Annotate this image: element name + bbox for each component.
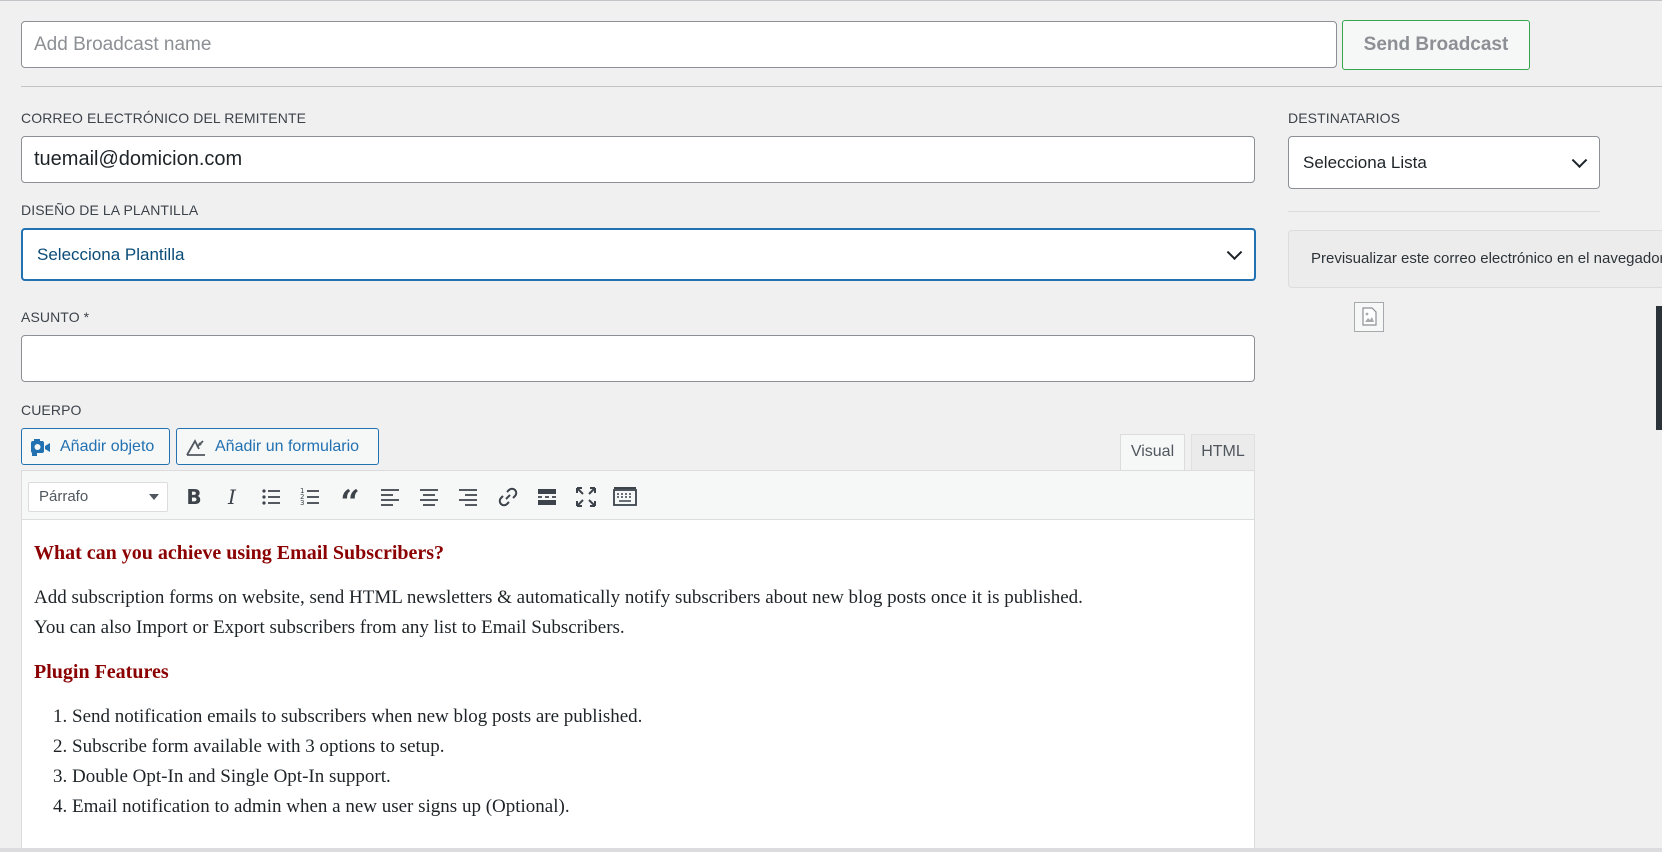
add-form-label: Añadir un formulario — [215, 438, 360, 455]
recipients-label: DESTINATARIOS — [1288, 110, 1401, 126]
bullet-list-icon[interactable] — [260, 485, 284, 509]
content-paragraph: Add subscription forms on website, send … — [34, 583, 1242, 643]
tab-html[interactable]: HTML — [1191, 434, 1255, 470]
list-item: Subscribe form available with 3 options … — [72, 732, 1242, 762]
fullscreen-icon[interactable] — [574, 485, 598, 509]
caret-down-icon — [149, 494, 159, 500]
chevron-down-icon — [1571, 151, 1588, 168]
template-select[interactable]: Selecciona Plantilla — [21, 228, 1256, 281]
add-form-button[interactable]: Añadir un formulario — [176, 428, 379, 465]
list-item: Email notification to admin when a new u… — [72, 792, 1242, 822]
body-label: CUERPO — [21, 402, 82, 418]
add-media-icon — [31, 438, 50, 456]
chevron-down-icon — [1226, 243, 1243, 260]
numbered-list-icon[interactable]: 1 2 3 — [299, 485, 323, 509]
list-item: Send notification emails to subscribers … — [72, 702, 1242, 732]
header-divider — [21, 86, 1662, 87]
align-left-icon[interactable] — [378, 485, 402, 509]
svg-text:3: 3 — [300, 499, 304, 507]
paragraph-line: You can also Import or Export subscriber… — [34, 617, 625, 638]
link-icon[interactable] — [496, 485, 520, 509]
recipients-select[interactable]: Selecciona Lista — [1288, 136, 1600, 189]
content-heading: What can you achieve using Email Subscri… — [34, 542, 445, 564]
bold-icon[interactable]: B — [182, 485, 206, 509]
tab-visual[interactable]: Visual — [1120, 434, 1185, 470]
blockquote-icon[interactable]: “ — [338, 485, 362, 521]
list-item: Double Opt-In and Single Opt-In support. — [72, 762, 1242, 792]
sender-email-field[interactable]: tuemail@domicion.com — [21, 136, 1255, 183]
align-right-icon[interactable] — [456, 485, 480, 509]
editor-content[interactable]: What can you achieve using Email Subscri… — [21, 520, 1255, 852]
features-list: Send notification emails to subscribers … — [34, 702, 1242, 822]
read-more-icon[interactable] — [535, 485, 559, 509]
scroll-handle[interactable] — [1656, 306, 1662, 430]
send-broadcast-button[interactable]: Send Broadcast — [1342, 20, 1530, 70]
align-center-icon[interactable] — [417, 485, 441, 509]
template-label: DISEÑO DE LA PLANTILLA — [21, 202, 199, 218]
broadcast-name-input[interactable]: Add Broadcast name — [21, 21, 1337, 68]
format-select-value: Párrafo — [39, 488, 89, 505]
template-select-value: Selecciona Plantilla — [37, 245, 185, 264]
add-media-button[interactable]: Añadir objeto — [21, 428, 170, 465]
add-media-label: Añadir objeto — [60, 438, 155, 455]
recipients-select-value: Selecciona Lista — [1303, 153, 1427, 172]
bottom-border — [0, 848, 1662, 852]
italic-icon[interactable]: I — [220, 485, 244, 509]
subject-label: ASUNTO * — [21, 309, 90, 325]
format-select[interactable]: Párrafo — [28, 482, 168, 512]
features-heading: Plugin Features — [34, 661, 169, 683]
preview-in-browser-link[interactable]: Previsualizar este correo electrónico en… — [1288, 230, 1662, 288]
right-divider — [1288, 211, 1600, 212]
subject-input[interactable] — [21, 335, 1255, 382]
broken-image-icon — [1354, 302, 1384, 332]
preview-text: Previsualizar este correo electrónico en… — [1311, 250, 1662, 267]
editor-toolbar: Párrafo B I 1 2 3 “ — [21, 470, 1255, 521]
top-border — [0, 0, 1662, 1]
toolbar-toggle-icon[interactable] — [613, 485, 637, 509]
sender-email-label: CORREO ELECTRÓNICO DEL REMITENTE — [21, 110, 307, 126]
form-icon — [186, 438, 205, 456]
paragraph-line: Add subscription forms on website, send … — [34, 587, 1083, 608]
